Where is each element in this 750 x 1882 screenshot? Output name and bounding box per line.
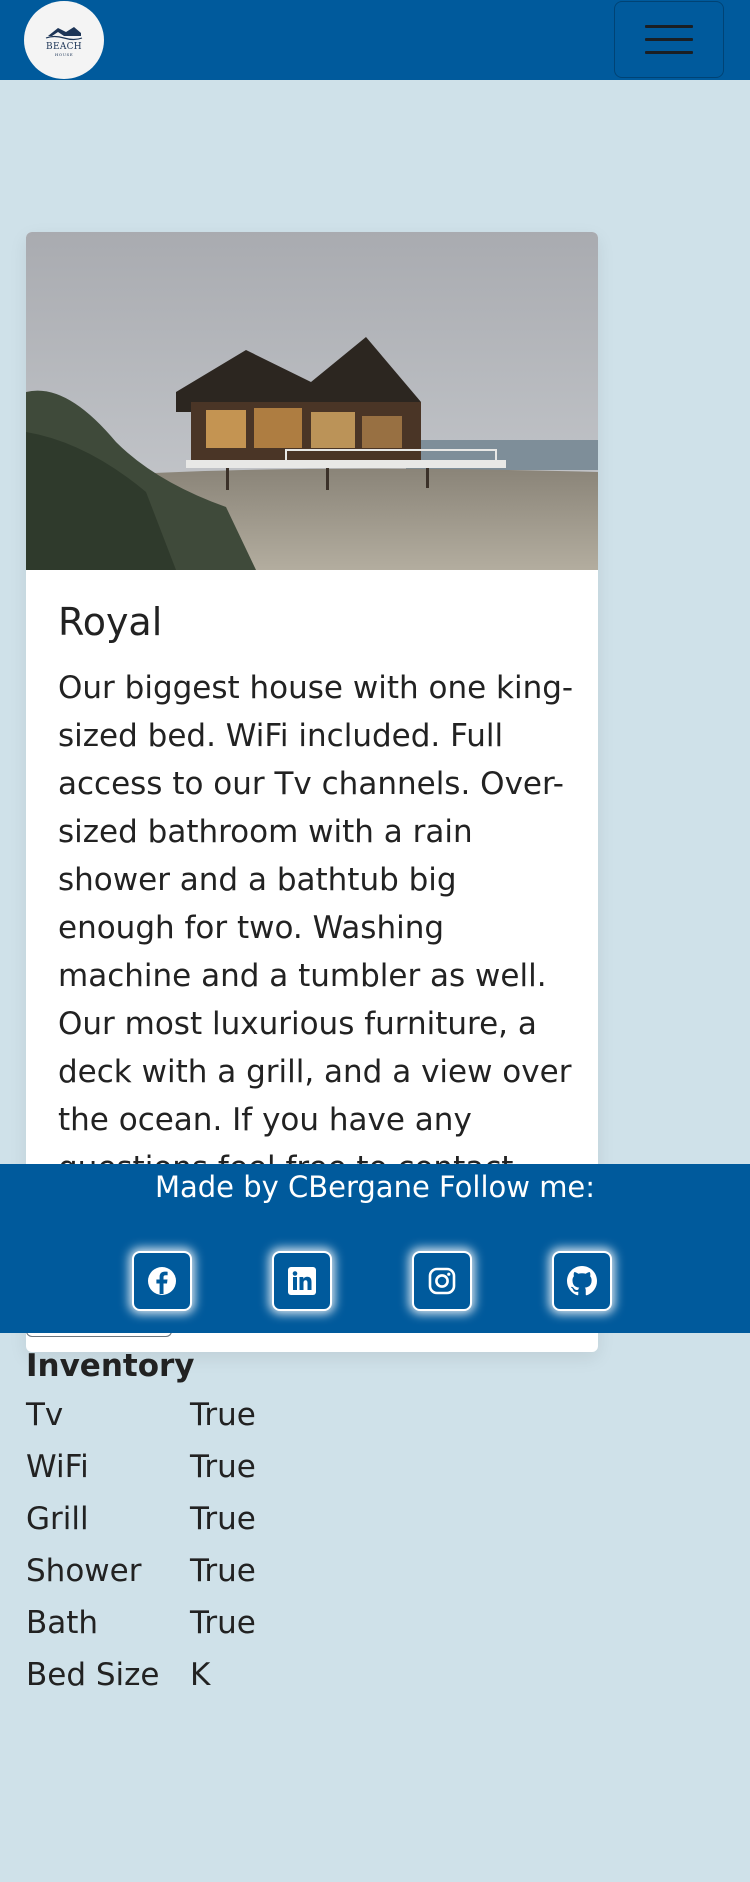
linkedin-link[interactable]	[272, 1251, 332, 1311]
hamburger-menu-icon-bar	[645, 51, 693, 54]
brand-logo[interactable]: BEACH HOUSE	[24, 1, 104, 79]
beach-house-image	[26, 232, 598, 570]
logo-subtitle: HOUSE	[54, 52, 74, 57]
inventory-row-tv: Tv True	[26, 1389, 626, 1441]
inventory-key: Grill	[26, 1501, 89, 1537]
inventory-row-shower: Shower True	[26, 1545, 626, 1597]
logo-title: BEACH	[46, 42, 82, 52]
inventory-value: True	[190, 1553, 256, 1589]
inventory-value: True	[190, 1501, 256, 1537]
footer: Made by CBergane Follow me:	[0, 1164, 750, 1333]
facebook-link[interactable]	[132, 1251, 192, 1311]
inventory-key: Bath	[26, 1605, 99, 1641]
github-icon	[567, 1266, 597, 1296]
inventory-row-bath: Bath True	[26, 1597, 626, 1649]
inventory-key: WiFi	[26, 1449, 89, 1485]
inventory-row-wifi: WiFi True	[26, 1441, 626, 1493]
inventory-key: Bed Size	[26, 1657, 160, 1693]
facebook-icon	[148, 1267, 176, 1295]
card-description: Our biggest house with one king-sized be…	[58, 670, 574, 1186]
footer-credit-text: Made by CBergane Follow me:	[154, 1170, 596, 1204]
hamburger-menu-button[interactable]	[614, 1, 724, 78]
inventory-value: True	[190, 1397, 256, 1433]
inventory-key: Shower	[26, 1553, 142, 1589]
hamburger-menu-icon-bar	[645, 38, 693, 41]
inventory-key: Tv	[26, 1397, 64, 1433]
instagram-link[interactable]	[412, 1251, 472, 1311]
card-title: Royal	[58, 600, 163, 644]
inventory-value: K	[190, 1657, 211, 1693]
instagram-icon	[428, 1267, 456, 1295]
inventory-value: True	[190, 1605, 256, 1641]
hamburger-menu-icon	[645, 25, 693, 28]
top-navbar: BEACH HOUSE	[0, 0, 750, 80]
inventory-value: True	[190, 1449, 256, 1485]
beach-house-logo-icon	[45, 27, 83, 41]
linkedin-icon	[288, 1267, 316, 1295]
inventory-section: Inventory Tv True WiFi True Grill True S…	[26, 1343, 626, 1701]
inventory-row-grill: Grill True	[26, 1493, 626, 1545]
github-link[interactable]	[552, 1251, 612, 1311]
inventory-row-bed-size: Bed Size K	[26, 1649, 626, 1701]
inventory-title: Inventory	[26, 1348, 195, 1384]
